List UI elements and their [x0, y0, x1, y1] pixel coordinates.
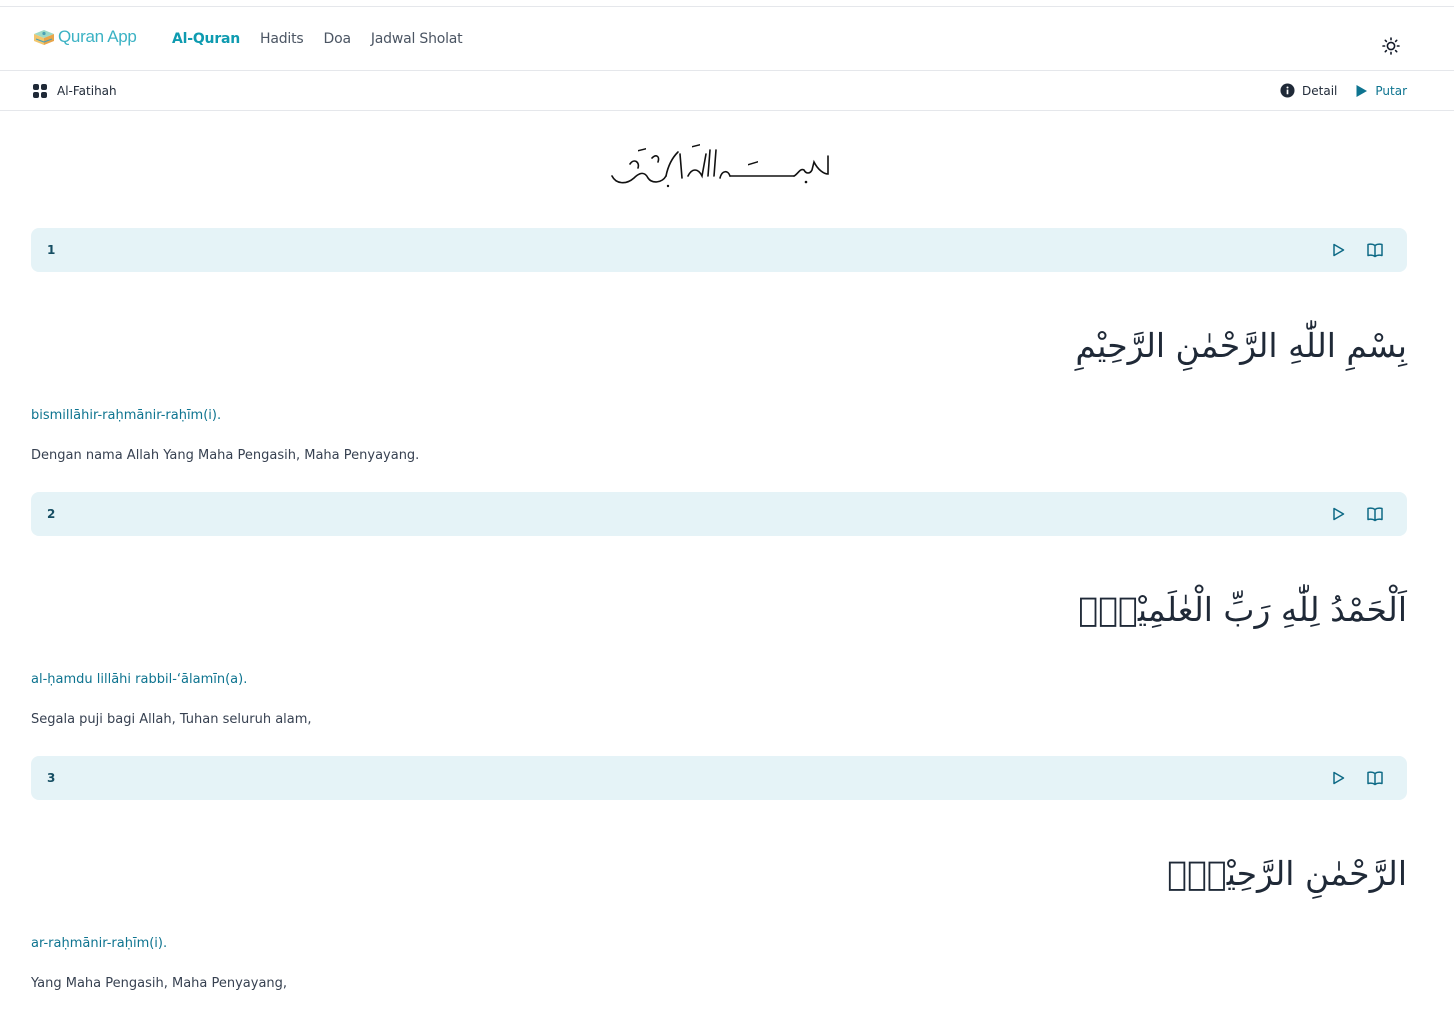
brand-logo[interactable]: Quran App — [32, 26, 137, 48]
play-surah-button[interactable]: Putar — [1355, 84, 1407, 98]
verse-latin: al-ḥamdu lillāhi rabbil-‘ālamīn(a). — [31, 672, 248, 687]
brand-name: Quran App — [58, 27, 137, 46]
play-verse-icon[interactable] — [1329, 241, 1347, 259]
surah-selector-button[interactable]: Al-Fatihah — [32, 83, 117, 99]
bismillah-calligraphy — [611, 144, 829, 188]
open-book-icon[interactable] — [1366, 769, 1384, 787]
play-label: Putar — [1375, 83, 1407, 98]
verse-translation: Yang Maha Pengasih, Maha Penyayang, — [31, 976, 288, 991]
open-book-icon[interactable] — [1366, 505, 1384, 523]
surah-actions: Detail Putar — [1280, 83, 1407, 98]
nav-link-jadwal-sholat[interactable]: Jadwal Sholat — [371, 31, 463, 47]
grid-icon — [33, 84, 47, 98]
verse-translation: Dengan nama Allah Yang Maha Pengasih, Ma… — [31, 448, 420, 463]
verse-latin: ar-raḥmānir-raḥīm(i). — [31, 936, 168, 951]
quran-book-icon — [34, 30, 54, 45]
verse-list: 1 بِسْمِ اللّٰهِ الرَّحْمٰنِ الرَّحِيْمِ… — [31, 228, 1407, 1020]
open-book-icon[interactable] — [1366, 241, 1384, 259]
verse-arabic: الرَّحْمٰنِ الرَّحِيْمِۙ — [1167, 854, 1407, 893]
verse-item: 3 الرَّحْمٰنِ الرَّحِيْمِۙ ar-raḥmānir-r… — [31, 756, 1407, 1020]
verse-item: 1 بِسْمِ اللّٰهِ الرَّحْمٰنِ الرَّحِيْمِ… — [31, 228, 1407, 492]
nav-link-doa[interactable]: Doa — [324, 31, 352, 47]
nav-links: Al-Quran Hadits Doa Jadwal Sholat — [172, 31, 463, 47]
verse-header: 1 — [31, 228, 1407, 272]
sun-icon — [1382, 37, 1400, 55]
surah-name: Al-Fatihah — [57, 84, 117, 98]
verse-number: 2 — [47, 507, 56, 521]
verse-translation: Segala puji bagi Allah, Tuhan seluruh al… — [31, 712, 312, 727]
verse-arabic: اَلْحَمْدُ لِلّٰهِ رَبِّ الْعٰلَمِيْنَۙ — [1078, 590, 1407, 629]
surah-toolbar: Al-Fatihah Detail Putar — [0, 71, 1454, 111]
verse-header: 3 — [31, 756, 1407, 800]
play-verse-icon[interactable] — [1329, 769, 1347, 787]
verse-arabic: بِسْمِ اللّٰهِ الرَّحْمٰنِ الرَّحِيْمِ — [1075, 326, 1407, 365]
detail-label: Detail — [1302, 83, 1338, 98]
play-icon — [1356, 84, 1368, 97]
theme-toggle-button[interactable] — [1381, 36, 1401, 56]
play-verse-icon[interactable] — [1329, 505, 1347, 523]
nav-link-hadits[interactable]: Hadits — [260, 31, 304, 47]
info-icon — [1280, 83, 1295, 98]
main-navbar: Quran App Al-Quran Hadits Doa Jadwal Sho… — [0, 7, 1454, 71]
detail-button[interactable]: Detail — [1280, 83, 1337, 98]
verse-number: 1 — [47, 243, 56, 257]
verse-number: 3 — [47, 771, 56, 785]
verse-item: 2 اَلْحَمْدُ لِلّٰهِ رَبِّ الْعٰلَمِيْنَ… — [31, 492, 1407, 756]
verse-header: 2 — [31, 492, 1407, 536]
verse-latin: bismillāhir-raḥmānir-raḥīm(i). — [31, 408, 222, 423]
top-border — [0, 0, 1454, 7]
nav-link-al-quran[interactable]: Al-Quran — [172, 31, 240, 47]
